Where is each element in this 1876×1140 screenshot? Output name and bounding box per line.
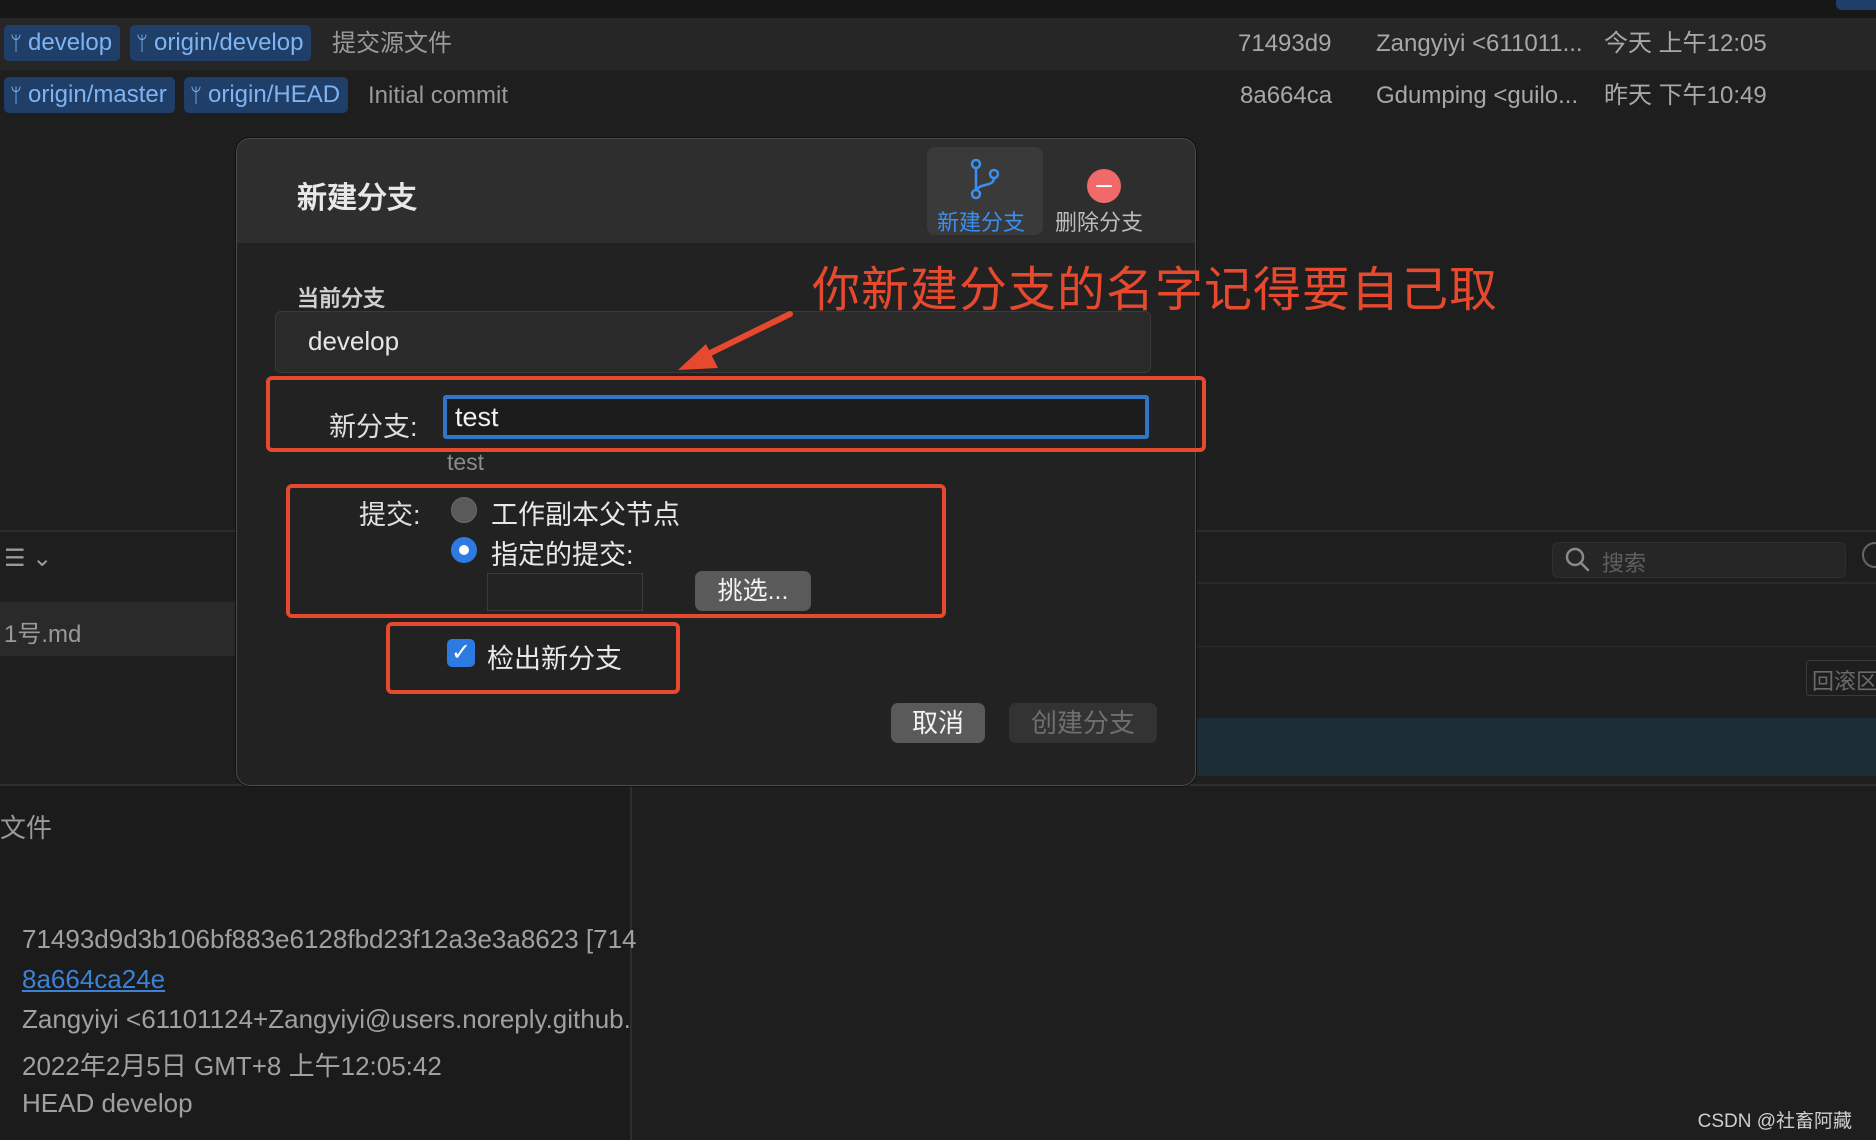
current-branch-value: develop: [308, 326, 400, 356]
branch-tag[interactable]: ᛘ origin/master: [4, 77, 175, 113]
branch-icon: ᛘ: [190, 85, 202, 107]
divider: [1196, 582, 1876, 584]
commit-hash: 8a664ca: [1240, 82, 1333, 109]
annotation-box-commit: [286, 484, 946, 618]
commit-row[interactable]: ᛘ origin/master ᛘ origin/HEAD Initial comm…: [0, 70, 1876, 122]
commit-message: Initial commit: [368, 82, 509, 109]
branch-icon: ᛘ: [136, 33, 148, 55]
diff-highlight-band: [1196, 718, 1876, 776]
partial-label: 文件: [0, 813, 53, 843]
detail-hash: 71493d9d3b106bf883e6128fbd23f12a3e3a8623…: [22, 924, 637, 954]
search-input[interactable]: [1552, 542, 1846, 578]
branch-tag[interactable]: ᛘ origin/HEAD: [184, 77, 349, 113]
vertical-splitter[interactable]: [630, 786, 632, 1140]
commit-author: Gdumping <guilo...: [1376, 82, 1579, 109]
commit-row[interactable]: ᛘ develop ᛘ origin/develop 提交源文件 71493d9 Z…: [0, 18, 1876, 70]
watermark: CSDN @社畜阿藏: [1697, 1111, 1852, 1132]
cancel-button[interactable]: 取消: [891, 703, 985, 743]
list-view-icon[interactable]: ☰ ⌄: [4, 544, 52, 573]
branch-tag[interactable]: ᛘ origin/develop: [130, 25, 312, 61]
minus-circle-icon: –: [1087, 169, 1121, 203]
detail-refs: HEAD develop: [22, 1088, 193, 1118]
dialog-header: 新建分支 新建分支 – 删除分支: [237, 139, 1195, 243]
annotation-arrow-icon: [678, 311, 793, 370]
dialog-title: 新建分支: [297, 182, 417, 215]
new-branch-hint: test: [447, 449, 485, 475]
new-branch-tab-label: 新建分支: [937, 210, 1026, 235]
scroll-area-label: 回滚区: [1812, 669, 1876, 694]
top-toolbar-strip: [0, 0, 1876, 18]
add-icon[interactable]: [1862, 542, 1876, 568]
new-branch-tab[interactable]: 新建分支: [927, 147, 1043, 235]
branch-icon: [970, 158, 1000, 200]
new-branch-dialog: 新建分支 新建分支 – 删除分支 当前分支 develop 新分支: test …: [236, 138, 1196, 786]
annotation-box-new-branch: [266, 376, 1206, 452]
delete-branch-tab[interactable]: – 删除分支: [1047, 147, 1163, 236]
commit-detail-pane: [0, 786, 630, 1140]
commit-hash: 71493d9: [1238, 30, 1332, 57]
current-branch-label: 当前分支: [297, 286, 386, 311]
delete-branch-tab-label: 删除分支: [1055, 210, 1144, 235]
commit-message: 提交源文件: [332, 30, 452, 57]
top-right-badge[interactable]: [1836, 0, 1876, 10]
commit-date: 今天 上午12:05: [1604, 30, 1767, 57]
branch-tag[interactable]: ᛘ develop: [4, 25, 121, 61]
branch-icon: ᛘ: [10, 85, 22, 107]
search-placeholder: 搜索: [1602, 551, 1647, 576]
divider: [1196, 646, 1876, 647]
detail-parent-link[interactable]: 8a664ca24e: [22, 964, 165, 995]
commit-date: 昨天 下午10:49: [1604, 82, 1767, 109]
commit-author: Zangyiyi <611011...: [1376, 30, 1583, 57]
annotation-box-checkout: [386, 622, 680, 694]
file-name: 1号.md: [4, 621, 82, 648]
search-icon: [1565, 547, 1590, 572]
detail-date: 2022年2月5日 GMT+8 上午12:05:42: [22, 1051, 442, 1081]
annotation-text: 你新建分支的名字记得要自己取: [812, 264, 1499, 317]
branch-icon: ᛘ: [10, 33, 22, 55]
create-branch-button[interactable]: 创建分支: [1009, 703, 1157, 743]
detail-author: Zangyiyi <61101124+Zangyiyi@users.norepl…: [22, 1004, 631, 1034]
